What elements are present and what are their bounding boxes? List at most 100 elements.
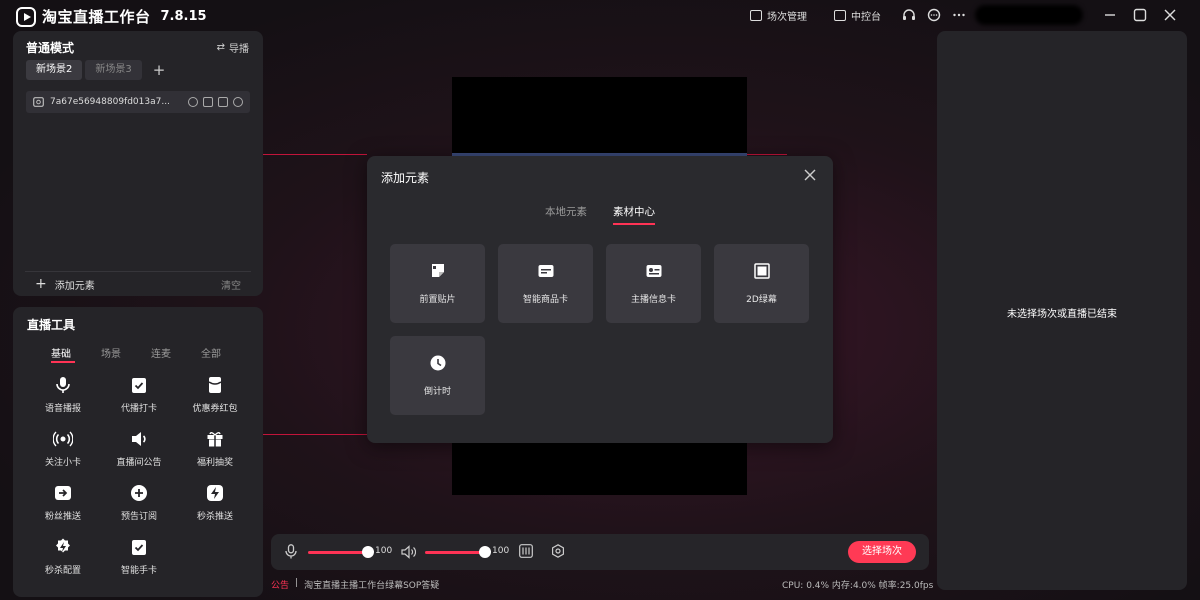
- panel-footer: + 添加元素 清空: [25, 271, 251, 296]
- speaker-volume-value: 100: [492, 546, 510, 556]
- tool-label: 优惠券红包: [192, 404, 238, 414]
- notice-bar[interactable]: 公告 | 淘宝直播主播工作台绿幕SOP答疑: [271, 578, 439, 591]
- add-element-label: 添加元素: [54, 280, 95, 292]
- play-icon: [16, 6, 36, 27]
- more-icon[interactable]: [952, 8, 966, 22]
- greenscreen-icon: [753, 263, 770, 279]
- minimize-icon[interactable]: [1102, 7, 1118, 23]
- settings-icon[interactable]: [551, 544, 565, 558]
- tool-preview-subscribe[interactable]: 预告订阅: [101, 483, 177, 522]
- tool-label: 秒杀配置: [44, 566, 81, 576]
- empty-state-message: 未选择场次或直播已结束: [1007, 309, 1117, 320]
- tab-all[interactable]: 全部: [201, 345, 251, 360]
- product-card-icon: [538, 265, 553, 277]
- guide-button[interactable]: ⇄ 导播: [217, 40, 249, 55]
- lightning-icon: [207, 485, 223, 501]
- tool-lottery[interactable]: 福利抽奖: [177, 429, 253, 468]
- tool-announcement[interactable]: 直播间公告: [101, 429, 177, 468]
- tool-follow-card[interactable]: 关注小卡: [25, 429, 101, 468]
- control-bar: 100 100 选择场次: [271, 534, 929, 570]
- lock-icon[interactable]: [203, 97, 213, 107]
- speaker-volume-handle[interactable]: [479, 546, 491, 558]
- control-center-button[interactable]: 中控台: [834, 8, 881, 23]
- tab-lianmai[interactable]: 连麦: [151, 345, 201, 360]
- tool-label: 语音播报: [44, 404, 81, 414]
- tools-title: 直播工具: [27, 318, 76, 332]
- user-avatar[interactable]: [975, 5, 1083, 25]
- layer-item[interactable]: 7a67e56948809fd013a7...: [26, 91, 250, 113]
- tool-coupon[interactable]: 优惠券红包: [177, 375, 253, 414]
- eye-icon[interactable]: [188, 97, 198, 107]
- title-bar: 淘宝直播工作台 7.8.15 场次管理 中控台: [0, 0, 1200, 30]
- id-card-icon: [646, 265, 661, 277]
- tool-label: 智能手卡: [120, 566, 157, 576]
- material-grid: 前置贴片 智能商品卡 主播信息卡 2D绿幕 倒计时: [390, 244, 809, 415]
- scene-panel: 普通模式 ⇄ 导播 新场景2 新场景3 + 7a67e56948809fd013…: [13, 31, 263, 296]
- layer-name: 7a67e56948809fd013a7...: [50, 97, 170, 107]
- tool-label: 预告订阅: [120, 512, 157, 522]
- monitor-icon: [834, 10, 846, 21]
- card-label: 智能商品卡: [522, 295, 568, 305]
- scene-manage-label: 场次管理: [767, 12, 807, 23]
- guide-line: [263, 154, 367, 155]
- tab-basic[interactable]: 基础: [51, 345, 101, 363]
- tab-local-elements[interactable]: 本地元素: [545, 204, 587, 219]
- clear-button[interactable]: 清空: [221, 277, 251, 292]
- trash-icon[interactable]: [218, 97, 228, 107]
- card-smart-product[interactable]: 智能商品卡: [498, 244, 593, 323]
- card-2d-greenscreen[interactable]: 2D绿幕: [714, 244, 809, 323]
- volume-icon[interactable]: [401, 545, 416, 559]
- speaker-icon: [132, 432, 146, 446]
- settings-icon[interactable]: [233, 97, 243, 107]
- app-version: 7.8.15: [160, 9, 207, 24]
- speaker-volume-slider[interactable]: [425, 551, 485, 554]
- select-scene-button[interactable]: 选择场次: [848, 541, 916, 563]
- push-arrow-icon: [55, 486, 71, 500]
- maximize-icon[interactable]: [1132, 7, 1148, 23]
- add-scene-icon[interactable]: +: [153, 61, 166, 79]
- mic-volume-slider[interactable]: [308, 551, 368, 554]
- mixer-icon[interactable]: [519, 544, 533, 558]
- tool-label: 直播间公告: [116, 458, 162, 468]
- tool-checkin[interactable]: 代播打卡: [101, 375, 177, 414]
- tools-tabs: 基础 场景 连麦 全部: [51, 345, 251, 363]
- clipboard-check-icon: [132, 540, 146, 555]
- tab-scene[interactable]: 场景: [101, 345, 151, 360]
- broadcast-icon: [53, 431, 73, 447]
- chat-icon[interactable]: [927, 8, 941, 22]
- microphone-icon: [56, 377, 70, 393]
- microphone-icon[interactable]: [285, 544, 297, 559]
- add-element-button[interactable]: + 添加元素: [25, 276, 95, 292]
- tab-material-center[interactable]: 素材中心: [613, 204, 655, 225]
- tools-grid: 语音播报 代播打卡 优惠券红包 关注小卡 直播间公告 福利抽奖 粉丝推送 预告订…: [25, 375, 253, 576]
- close-icon[interactable]: [803, 168, 817, 182]
- switch-icon: ⇄: [216, 42, 225, 53]
- card-label: 主播信息卡: [630, 295, 676, 305]
- app-logo: 淘宝直播工作台 7.8.15: [16, 6, 207, 27]
- card-countdown[interactable]: 倒计时: [390, 336, 485, 415]
- mic-volume-handle[interactable]: [362, 546, 374, 558]
- control-center-label: 中控台: [851, 12, 881, 23]
- scene-tab-2[interactable]: 新场景3: [85, 60, 142, 80]
- preview-canvas[interactable]: [452, 77, 747, 157]
- card-front-sticker[interactable]: 前置贴片: [390, 244, 485, 323]
- clipboard-check-icon: [132, 378, 146, 393]
- tool-flash-sale-push[interactable]: 秒杀推送: [177, 483, 253, 522]
- card-anchor-info[interactable]: 主播信息卡: [606, 244, 701, 323]
- scene-tab-1[interactable]: 新场景2: [26, 60, 83, 80]
- app-title: 淘宝直播工作台: [42, 8, 151, 26]
- tool-fan-push[interactable]: 粉丝推送: [25, 483, 101, 522]
- scene-manage-button[interactable]: 场次管理: [750, 8, 807, 23]
- preview-canvas-bottom[interactable]: [452, 440, 747, 495]
- headset-icon[interactable]: [902, 8, 916, 22]
- tool-smart-card[interactable]: 智能手卡: [101, 537, 177, 576]
- guide-line: [747, 154, 787, 155]
- tool-flash-sale-config[interactable]: 秒杀配置: [25, 537, 101, 576]
- close-icon[interactable]: [1162, 7, 1178, 23]
- card-label: 前置贴片: [419, 295, 456, 305]
- mode-title: 普通模式: [26, 41, 75, 55]
- modal-title: 添加元素: [381, 171, 430, 185]
- notice-divider: |: [295, 578, 299, 588]
- clock-icon: [430, 355, 445, 371]
- tool-voice-broadcast[interactable]: 语音播报: [25, 375, 101, 414]
